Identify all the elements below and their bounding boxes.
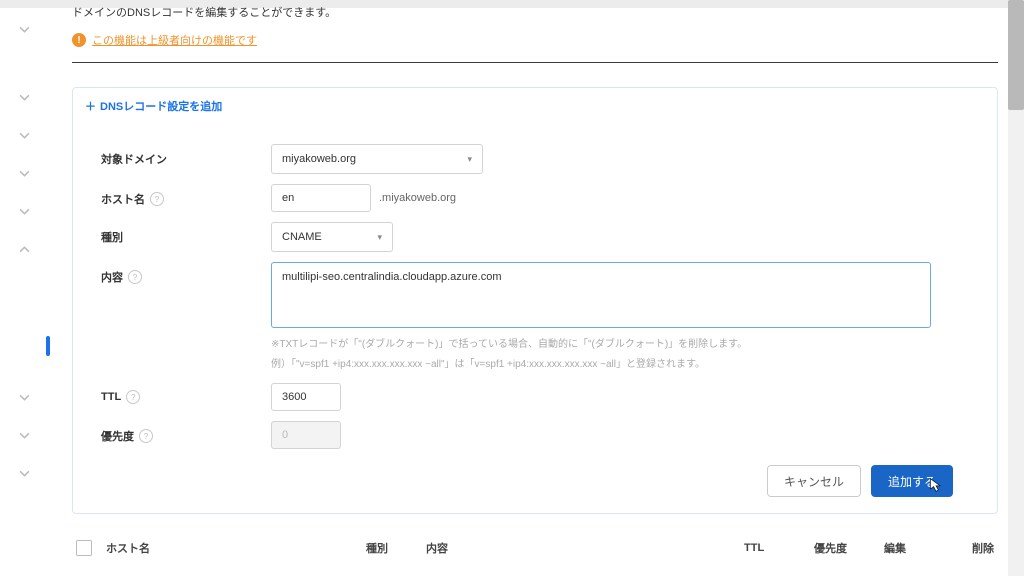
record-type-select[interactable]: CNAME ▾ — [271, 222, 393, 252]
label-ttl: TTL — [101, 391, 121, 403]
help-icon[interactable]: ? — [150, 192, 164, 206]
sidebar-toggle-2[interactable] — [0, 78, 48, 116]
sidebar-toggle-8[interactable] — [0, 416, 48, 454]
sidebar-toggle-4[interactable] — [0, 154, 48, 192]
panel-header[interactable]: ＋ DNSレコード設定を追加 — [73, 88, 997, 124]
help-icon[interactable]: ? — [139, 429, 153, 443]
chevron-down-icon: ▾ — [467, 154, 472, 165]
sidebar-toggle-3[interactable] — [0, 116, 48, 154]
th-edit: 編集 — [884, 540, 944, 556]
th-priority: 優先度 — [814, 540, 884, 556]
submit-add-button[interactable]: 追加する — [871, 465, 953, 497]
add-dns-record-panel: ＋ DNSレコード設定を追加 対象ドメイン miyakoweb.org ▾ ホス… — [72, 87, 998, 514]
sidebar-toggle-9[interactable] — [0, 454, 48, 492]
main-content: ドメインのDNSレコードを編集することができます。 ! この機能は上級者向けの機… — [72, 0, 998, 576]
content-hint-2: 例）「"v=spf1 +ip4:xxx.xxx.xxx.xxx ~all"」は「… — [271, 357, 931, 373]
priority-input — [271, 421, 341, 449]
vertical-scrollbar[interactable] — [1008, 0, 1024, 576]
scrollbar-thumb[interactable] — [1008, 0, 1024, 110]
sidebar-toggle-7[interactable] — [0, 378, 48, 416]
left-sidebar — [0, 10, 50, 576]
select-all-checkbox[interactable] — [76, 540, 92, 556]
th-ttl: TTL — [744, 542, 814, 554]
plus-icon: ＋ — [85, 98, 96, 114]
label-hostname: ホスト名 — [101, 191, 145, 207]
hostname-suffix: .miyakoweb.org — [379, 192, 456, 204]
panel-title: DNSレコード設定を追加 — [100, 98, 222, 114]
warning-banner: ! この機能は上級者向けの機能です — [72, 32, 998, 48]
section-divider — [72, 62, 998, 63]
target-domain-value: miyakoweb.org — [282, 153, 356, 165]
th-content: 内容 — [426, 540, 744, 556]
th-type: 種別 — [366, 540, 426, 556]
content-hint-1: ※TXTレコードが「"(ダブルクォート)」で括っている場合、自動的に「"(ダブル… — [271, 337, 931, 353]
sidebar-toggle-6[interactable] — [0, 230, 48, 268]
dns-records-table-header: ホスト名 種別 内容 TTL 優先度 編集 削除 — [72, 540, 998, 556]
warning-icon: ! — [72, 33, 86, 47]
target-domain-select[interactable]: miyakoweb.org ▾ — [271, 144, 483, 174]
cancel-button[interactable]: キャンセル — [767, 465, 861, 497]
sidebar-toggle-1[interactable] — [0, 10, 48, 48]
content-textarea[interactable] — [271, 262, 931, 328]
record-type-value: CNAME — [282, 231, 322, 243]
hostname-input[interactable] — [271, 184, 371, 212]
help-icon[interactable]: ? — [128, 270, 142, 284]
label-priority: 優先度 — [101, 428, 134, 444]
cursor-icon — [928, 477, 944, 493]
label-record-type: 種別 — [101, 222, 271, 245]
label-target-domain: 対象ドメイン — [101, 144, 271, 167]
label-content: 内容 — [101, 269, 123, 285]
th-hostname: ホスト名 — [106, 540, 366, 556]
sidebar-active-indicator — [46, 336, 50, 356]
th-delete: 削除 — [944, 540, 994, 556]
help-icon[interactable]: ? — [126, 390, 140, 404]
chevron-down-icon: ▾ — [377, 232, 382, 243]
warning-link[interactable]: この機能は上級者向けの機能です — [92, 32, 257, 48]
ttl-input[interactable] — [271, 383, 341, 411]
sidebar-toggle-5[interactable] — [0, 192, 48, 230]
page-description: ドメインのDNSレコードを編集することができます。 — [72, 4, 998, 20]
